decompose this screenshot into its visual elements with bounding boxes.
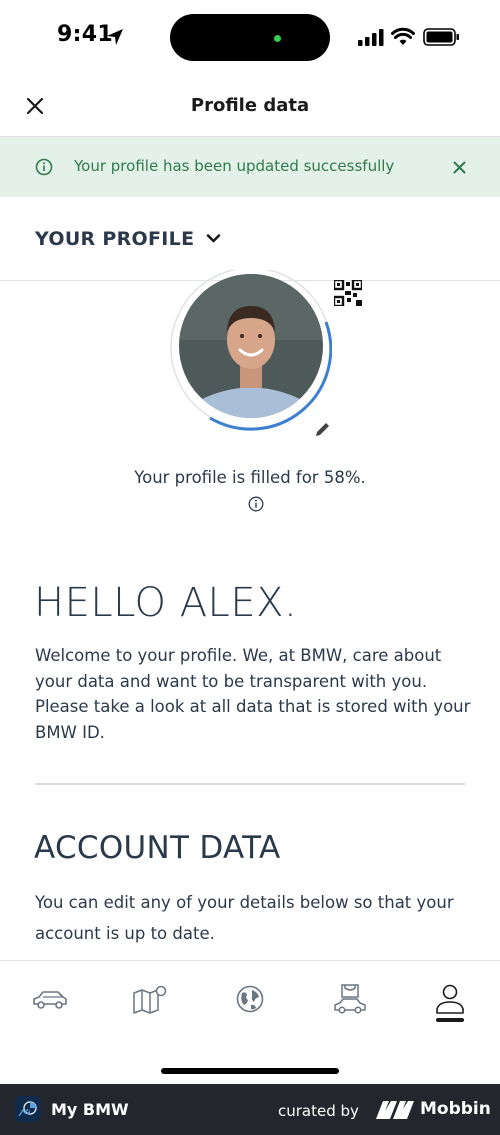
status-time: 9:41 — [57, 22, 113, 47]
car-icon — [33, 991, 67, 1009]
profile-icon — [436, 984, 464, 1014]
footer-app-name: My BMW — [51, 1100, 129, 1119]
dismiss-banner-icon[interactable] — [453, 161, 466, 174]
info-icon — [35, 158, 53, 176]
qr-code-icon[interactable] — [334, 280, 362, 306]
profile-completion-text: Your profile is filled for 58%. — [134, 468, 366, 487]
tab-shop[interactable] — [320, 975, 380, 1023]
battery-icon — [423, 28, 459, 46]
account-data-title: ACCOUNT DATA — [34, 830, 281, 866]
tab-explore[interactable] — [220, 975, 280, 1023]
footer-curated-by: curated by — [278, 1102, 359, 1120]
footer-brand: Mobbin — [420, 1099, 491, 1119]
edit-pencil-icon[interactable] — [314, 421, 331, 438]
dynamic-island — [170, 14, 330, 61]
active-tab-indicator — [436, 1018, 464, 1022]
tab-map[interactable] — [120, 975, 180, 1023]
map-icon — [133, 985, 167, 1014]
page-title: Profile data — [190, 95, 310, 116]
tab-bar-divider — [0, 960, 500, 961]
info-icon[interactable] — [248, 496, 264, 512]
greeting-title: HELLO ALEX. — [34, 580, 298, 626]
avatar[interactable] — [170, 270, 332, 432]
banner-message: Your profile has been updated successful… — [74, 157, 395, 175]
mobbin-logo-icon — [376, 1101, 414, 1119]
signal-icon — [358, 29, 384, 46]
greeting-text: Welcome to your profile. We, at BMW, car… — [35, 646, 471, 742]
location-arrow-icon — [107, 29, 123, 45]
account-data-text: You can edit any of your details below s… — [35, 893, 454, 943]
wifi-icon — [391, 27, 415, 45]
tab-vehicle[interactable] — [20, 975, 80, 1023]
profile-section-dropdown-label[interactable]: YOUR PROFILE — [35, 228, 194, 250]
chevron-down-icon[interactable] — [206, 233, 221, 244]
section-divider — [35, 783, 465, 785]
car-service-icon — [334, 984, 366, 1014]
tab-profile[interactable] — [420, 975, 480, 1023]
camera-indicator — [274, 35, 281, 42]
home-indicator[interactable] — [161, 1068, 339, 1074]
my-bmw-app-icon — [15, 1096, 41, 1122]
globe-icon — [236, 985, 264, 1013]
